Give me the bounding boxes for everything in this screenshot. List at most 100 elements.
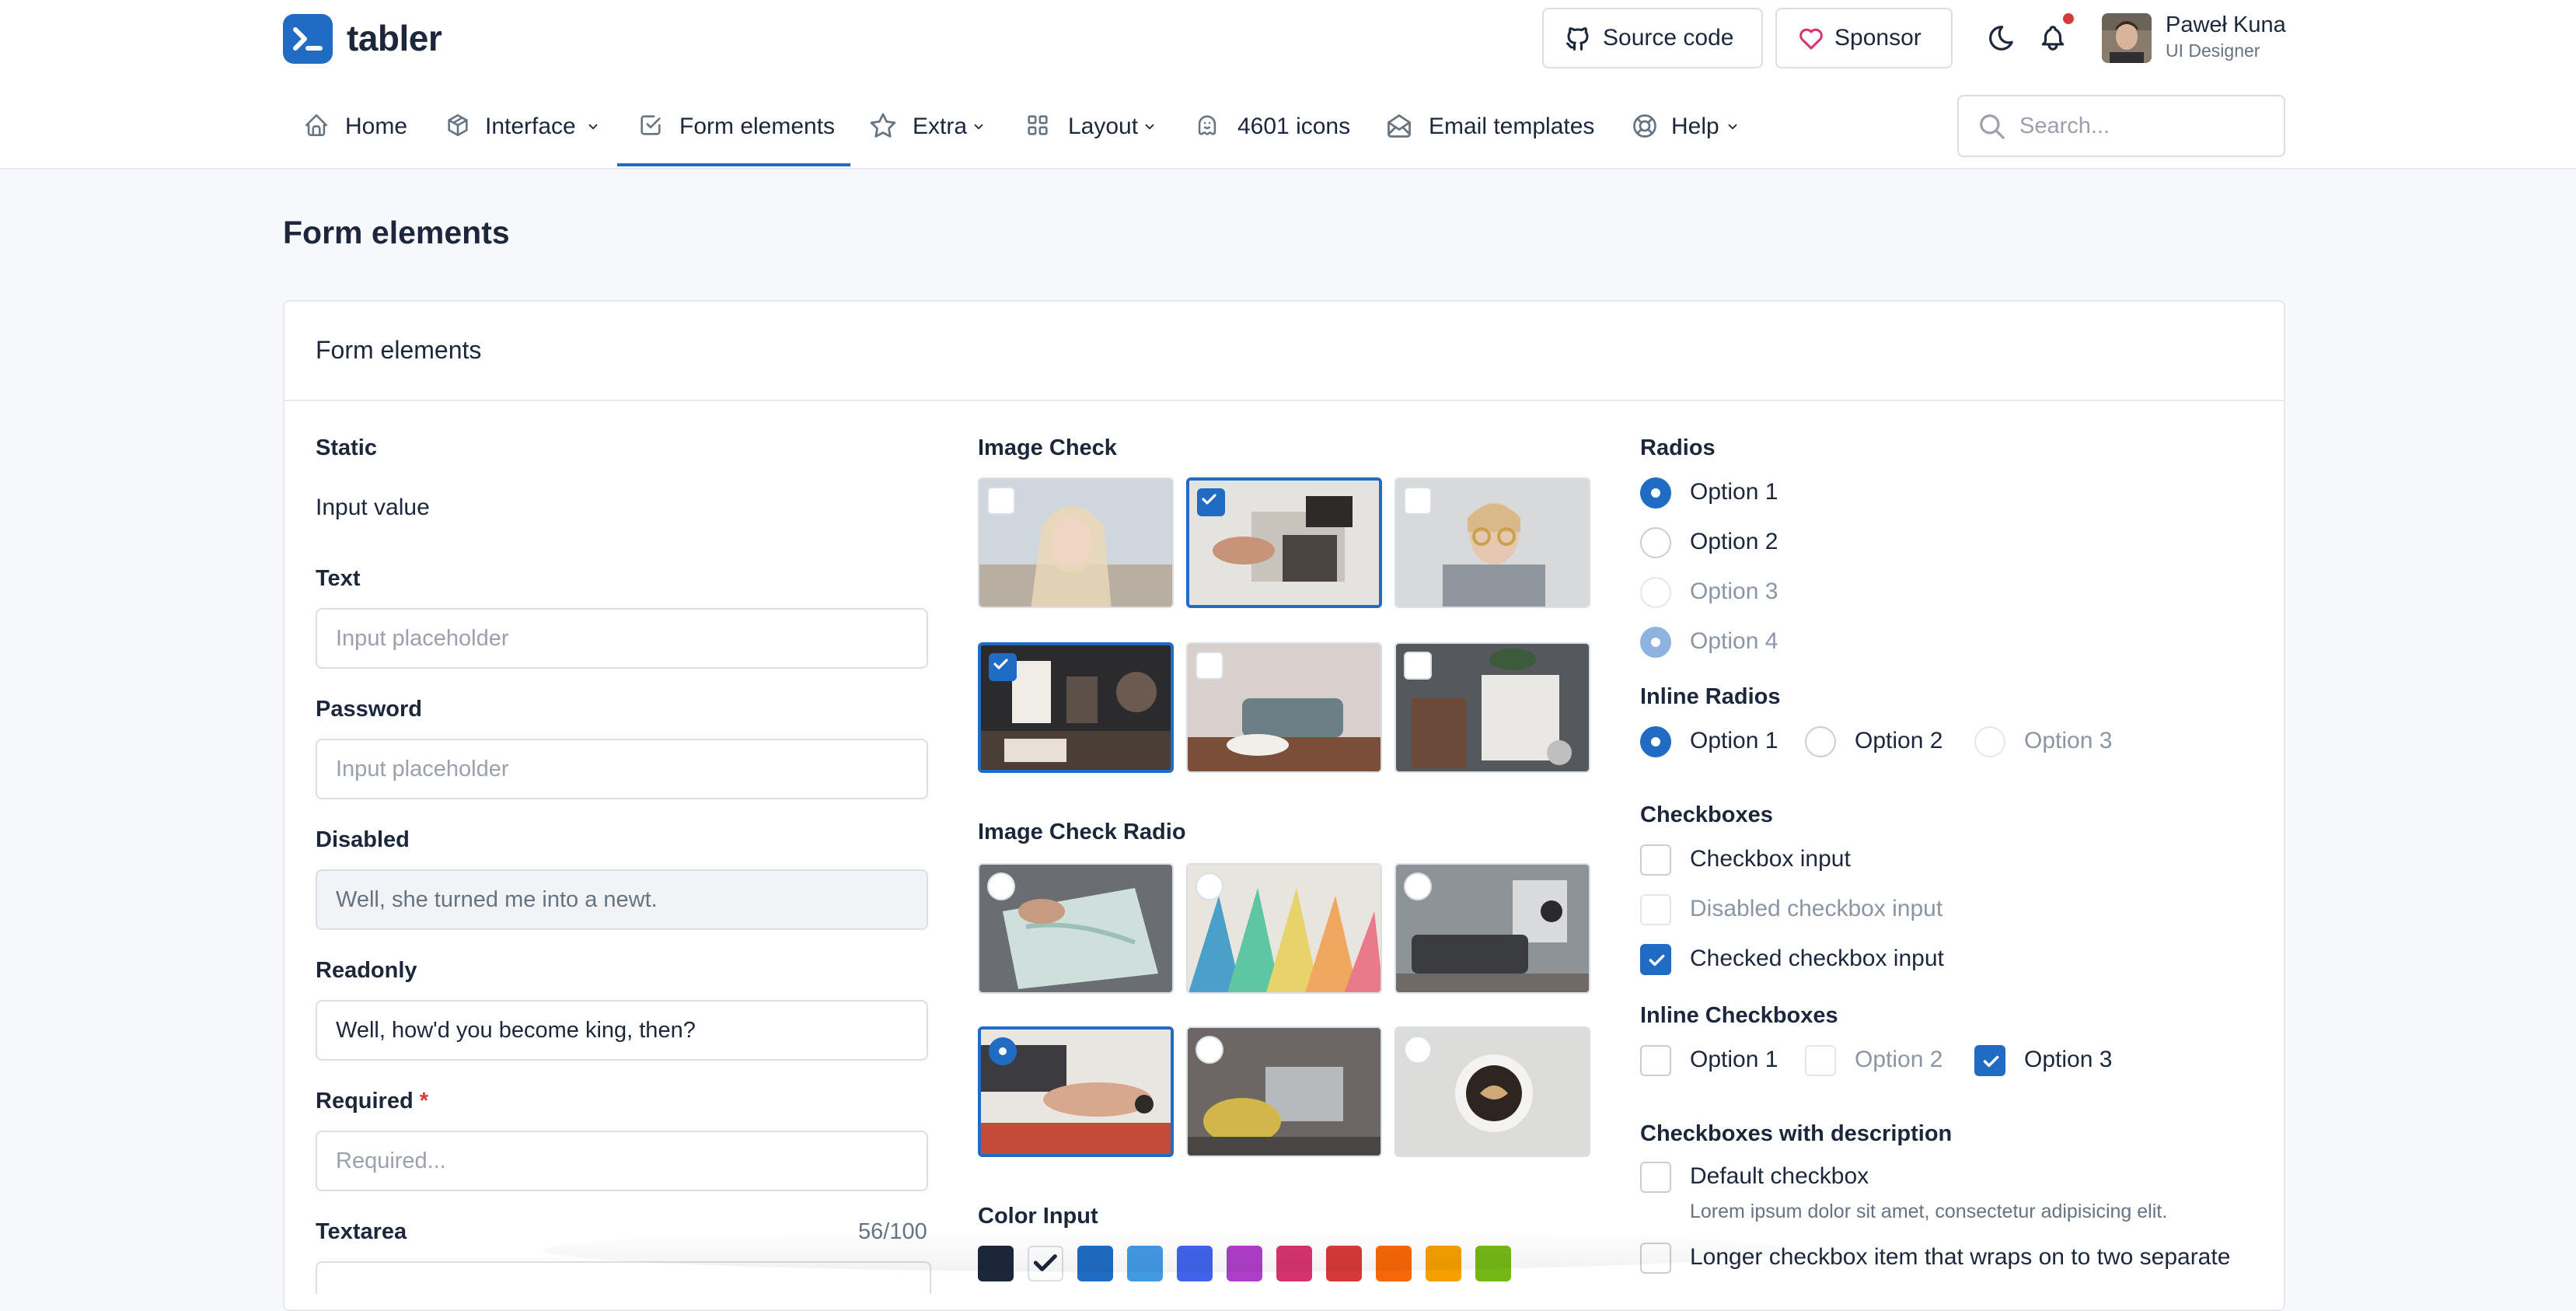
- color-swatch[interactable]: [1326, 1246, 1362, 1281]
- required-input[interactable]: [316, 1131, 928, 1191]
- image-check-box-3[interactable]: [1404, 487, 1432, 515]
- image-radio-4[interactable]: [989, 1037, 1017, 1065]
- nav-item-email-templates[interactable]: Email templates: [1385, 110, 1603, 142]
- sponsor-button[interactable]: Sponsor: [1775, 8, 1953, 68]
- checkbox-input-label: Checkbox input: [1690, 846, 1851, 872]
- image-check-radio-label: Image Check Radio: [978, 820, 1186, 844]
- color-swatch[interactable]: [978, 1246, 1014, 1281]
- mail-opened-icon: [1387, 114, 1411, 138]
- checkbox-disabled: [1640, 894, 1671, 925]
- lifebuoy-icon: [1633, 114, 1656, 138]
- password-input[interactable]: [316, 739, 928, 799]
- image-radio-6[interactable]: [1404, 1036, 1432, 1064]
- inline-radio-2-label: Option 2: [1855, 728, 1943, 753]
- nav-item-layout[interactable]: Layout: [1024, 110, 1164, 142]
- inline-checkbox-1[interactable]: [1640, 1045, 1671, 1076]
- color-swatch[interactable]: [1426, 1246, 1461, 1281]
- default-checkbox-label: Default checkbox: [1690, 1163, 1869, 1189]
- radio-option-1-label: Option 1: [1690, 479, 1778, 505]
- nav-label-layout: Layout: [1068, 114, 1139, 139]
- image-check-box-1[interactable]: [987, 487, 1015, 515]
- image-check-item-5[interactable]: [1186, 642, 1382, 773]
- source-code-button[interactable]: Source code: [1542, 8, 1763, 68]
- radio-option-1[interactable]: [1640, 477, 1671, 509]
- image-check-item-6[interactable]: [1394, 642, 1590, 773]
- inline-radio-1[interactable]: [1640, 726, 1671, 757]
- inline-checkbox-2-label: Option 2: [1855, 1047, 1943, 1072]
- check-icon: [1202, 494, 1216, 505]
- source-code-label: Source code: [1603, 25, 1734, 51]
- radio-option-4-label: Option 4: [1690, 628, 1778, 654]
- default-checkbox[interactable]: [1640, 1162, 1671, 1193]
- static-label: Static: [316, 435, 377, 460]
- image-check-box-2[interactable]: [1197, 488, 1225, 516]
- text-input[interactable]: [316, 608, 928, 669]
- search-box[interactable]: [1957, 95, 2285, 157]
- checkbox-checked[interactable]: [1640, 944, 1671, 975]
- image-radio-item-5[interactable]: [1186, 1026, 1382, 1157]
- inline-checkbox-3[interactable]: [1974, 1045, 2005, 1076]
- textarea-counter: 56/100: [858, 1219, 927, 1244]
- longer-checkbox-label: Longer checkbox item that wraps on to tw…: [1690, 1244, 2231, 1270]
- image-check-item-3[interactable]: [1394, 477, 1590, 608]
- color-swatch[interactable]: [1127, 1246, 1163, 1281]
- bell-icon[interactable]: [2038, 23, 2068, 53]
- search-icon: [1980, 114, 2005, 139]
- required-asterisk: *: [419, 1089, 429, 1113]
- image-radio-3[interactable]: [1404, 872, 1432, 900]
- checkbox-input[interactable]: [1640, 844, 1671, 876]
- nav-item-help[interactable]: Help: [1631, 110, 1747, 142]
- brand-name[interactable]: tabler: [347, 17, 442, 59]
- checkbox-icon: [641, 115, 661, 135]
- card-header-divider: [283, 400, 2285, 401]
- nav-item-extra[interactable]: Extra: [869, 110, 993, 142]
- nav-item-form-elements[interactable]: Form elements: [637, 110, 839, 142]
- color-input-label: Color Input: [978, 1204, 1098, 1229]
- inline-radio-1-label: Option 1: [1690, 728, 1778, 753]
- moon-icon[interactable]: [1987, 23, 2016, 53]
- nav-item-home[interactable]: Home: [303, 110, 412, 142]
- color-swatch[interactable]: [1028, 1246, 1063, 1281]
- image-radio-item-2[interactable]: [1186, 863, 1382, 994]
- image-check-item-2[interactable]: [1186, 477, 1382, 608]
- image-radio-item-1[interactable]: [978, 863, 1174, 994]
- inline-radio-3: [1974, 726, 2005, 757]
- chevron-down-icon: [1728, 124, 1737, 130]
- search-input[interactable]: [2018, 107, 2270, 145]
- home-icon: [305, 114, 328, 137]
- nav-active-indicator: [617, 163, 850, 166]
- image-radio-1[interactable]: [987, 872, 1015, 900]
- avatar[interactable]: [2102, 13, 2152, 63]
- nav-item-icons[interactable]: 4601 icons: [1194, 110, 1350, 142]
- color-swatch[interactable]: [1376, 1246, 1412, 1281]
- color-swatch[interactable]: [1177, 1246, 1213, 1281]
- image-radio-5[interactable]: [1196, 1036, 1223, 1064]
- color-swatch[interactable]: [1475, 1246, 1511, 1281]
- user-name[interactable]: Paweł Kuna: [2166, 12, 2286, 38]
- image-check-item-1[interactable]: [978, 477, 1174, 608]
- color-swatch[interactable]: [1276, 1246, 1312, 1281]
- image-check-item-4[interactable]: [978, 642, 1174, 773]
- image-check-box-6[interactable]: [1404, 652, 1432, 680]
- inline-radio-2[interactable]: [1805, 726, 1836, 757]
- nav-label-interface: Interface: [485, 114, 576, 139]
- radio-option-2[interactable]: [1640, 527, 1671, 558]
- tabler-logo[interactable]: [283, 14, 333, 64]
- star-icon: [870, 113, 896, 138]
- image-radio-2[interactable]: [1196, 872, 1223, 900]
- image-radio-item-3[interactable]: [1394, 863, 1590, 994]
- notification-badge: [2063, 13, 2074, 24]
- color-swatch[interactable]: [1227, 1246, 1262, 1281]
- image-check-box-5[interactable]: [1196, 652, 1223, 680]
- image-check-box-4[interactable]: [989, 653, 1017, 681]
- image-radio-item-6[interactable]: [1394, 1026, 1590, 1157]
- longer-checkbox[interactable]: [1640, 1243, 1671, 1274]
- color-swatch[interactable]: [1077, 1246, 1113, 1281]
- nav-label-extra: Extra: [913, 114, 968, 139]
- readonly-input[interactable]: [316, 1000, 928, 1061]
- nav-label-email-templates: Email templates: [1429, 114, 1595, 139]
- nav-item-interface[interactable]: Interface: [445, 110, 600, 142]
- image-radio-item-4[interactable]: [978, 1026, 1174, 1157]
- user-photo: [2102, 13, 2152, 63]
- textarea-input[interactable]: [316, 1261, 931, 1294]
